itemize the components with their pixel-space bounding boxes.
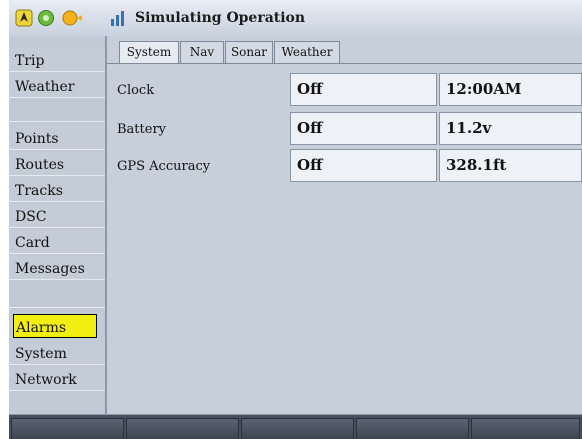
- tab-sonar[interactable]: Sonar: [225, 41, 273, 63]
- sidebar-item-weather[interactable]: Weather: [9, 74, 105, 98]
- sidebar-item-dsc[interactable]: DSC: [9, 204, 105, 228]
- softkey-2[interactable]: [126, 418, 239, 439]
- clock-alarm-value[interactable]: 12:00AM: [439, 73, 582, 106]
- sidebar-item-tracks[interactable]: Tracks: [9, 178, 105, 202]
- device-screen: Simulating Operation Trip Weather Points…: [9, 0, 582, 439]
- sidebar-item-points[interactable]: Points: [9, 126, 105, 150]
- softkey-1[interactable]: [11, 418, 124, 439]
- sidebar-menu: Trip Weather Points Routes Tracks DSC Ca…: [9, 36, 107, 414]
- sidebar-item-routes[interactable]: Routes: [9, 152, 105, 176]
- battery-alarm-toggle[interactable]: Off: [290, 112, 437, 145]
- gps-accuracy-alarm-toggle[interactable]: Off: [290, 149, 437, 182]
- sidebar-item-disabled: [9, 282, 105, 308]
- tab-nav[interactable]: Nav: [180, 41, 224, 63]
- tab-weather[interactable]: Weather: [274, 41, 340, 63]
- signal-bars-icon: [111, 11, 124, 26]
- alarms-panel: System Nav Sonar Weather Clock Off 12:00…: [107, 36, 582, 414]
- position-icon: [15, 9, 33, 27]
- status-bar: Simulating Operation: [9, 0, 582, 37]
- softkey-3[interactable]: [241, 418, 354, 439]
- screen-title: Simulating Operation: [135, 10, 306, 26]
- softkey-5[interactable]: [471, 418, 580, 439]
- softkey-4[interactable]: [356, 418, 469, 439]
- battery-alarm-label: Battery: [117, 122, 167, 137]
- sidebar-item-disabled: [9, 100, 105, 122]
- gps-signal-icon: [38, 10, 54, 26]
- tab-divider: [107, 63, 582, 64]
- gps-accuracy-alarm-value[interactable]: 328.1ft: [439, 149, 582, 182]
- tab-system[interactable]: System: [119, 41, 179, 63]
- sidebar-item-trip[interactable]: Trip: [9, 48, 105, 72]
- clock-alarm-toggle[interactable]: Off: [290, 73, 437, 106]
- sidebar-item-network[interactable]: Network: [9, 367, 105, 391]
- gps-accuracy-alarm-label: GPS Accuracy: [117, 159, 211, 174]
- sidebar-item-messages[interactable]: Messages: [9, 256, 105, 280]
- sun-icon: [62, 10, 82, 26]
- clock-alarm-label: Clock: [117, 83, 155, 98]
- battery-alarm-value[interactable]: 11.2v: [439, 112, 582, 145]
- softkey-bar: [9, 414, 582, 439]
- sidebar-item-system[interactable]: System: [9, 341, 105, 365]
- sidebar-item-card[interactable]: Card: [9, 230, 105, 254]
- sidebar-item-alarms[interactable]: Alarms: [13, 314, 97, 338]
